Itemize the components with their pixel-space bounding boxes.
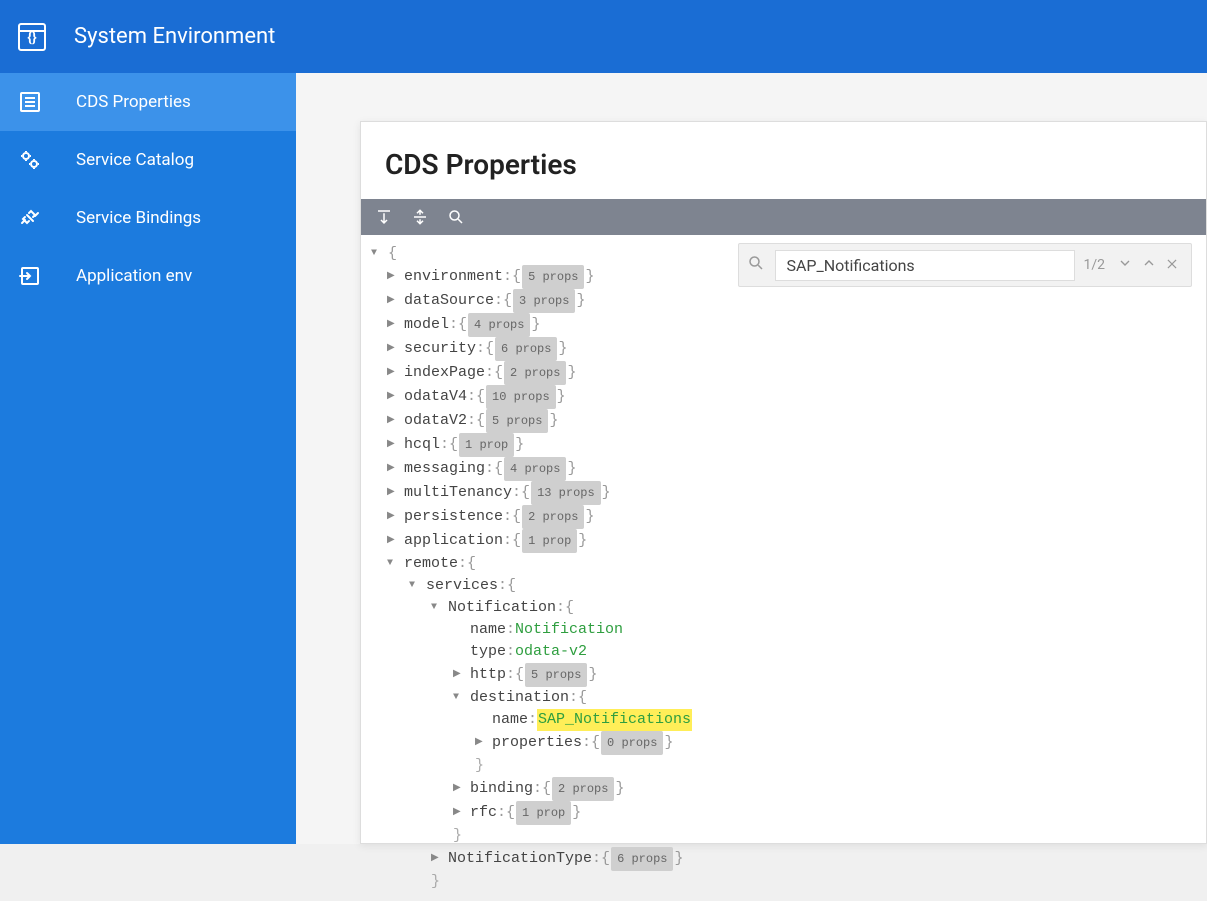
sidebar-item-service-bindings[interactable]: Service Bindings: [0, 189, 296, 247]
toggle-icon[interactable]: ▶: [387, 338, 401, 360]
toggle-icon[interactable]: ▶: [453, 664, 467, 686]
search-input[interactable]: [775, 250, 1075, 281]
panel-toolbar: [361, 199, 1206, 235]
sidebar-item-service-catalog[interactable]: Service Catalog: [0, 131, 296, 189]
expand-all-button[interactable]: [373, 206, 395, 228]
collapse-all-button[interactable]: [409, 206, 431, 228]
toggle-icon[interactable]: ▶: [387, 410, 401, 432]
search-icon: [747, 254, 765, 276]
toggle-icon[interactable]: ▼: [453, 687, 467, 709]
props-badge: 5 props: [486, 409, 548, 433]
gears-icon: [18, 148, 42, 172]
list-icon: [18, 90, 42, 114]
props-badge: 13 props: [531, 481, 601, 505]
props-badge: 4 props: [468, 313, 530, 337]
json-tree: ▼{ ▶environment : { 5 props } ▶dataSourc…: [361, 235, 1206, 901]
sidebar-item-label: Service Catalog: [76, 150, 194, 170]
panel-title: CDS Properties: [361, 122, 1206, 199]
props-badge: 6 props: [611, 847, 673, 871]
search-result-count: 1/2: [1083, 257, 1105, 273]
search-overlay: 1/2: [738, 243, 1192, 287]
app-title: System Environment: [74, 24, 275, 49]
props-badge: 2 props: [552, 777, 614, 801]
props-badge: 4 props: [504, 457, 566, 481]
toggle-icon[interactable]: ▶: [387, 290, 401, 312]
sidebar-item-application-env[interactable]: Application env: [0, 247, 296, 305]
props-badge: 5 props: [522, 265, 584, 289]
toggle-icon[interactable]: ▶: [387, 314, 401, 336]
search-close-button[interactable]: [1161, 256, 1183, 275]
app-logo-icon: {}: [18, 23, 46, 51]
props-badge: 0 props: [601, 731, 663, 755]
string-value: odata-v2: [515, 641, 587, 663]
main-content: CDS Properties 1/2 ▼{ ▶environment :: [296, 73, 1207, 844]
toggle-icon[interactable]: ▶: [387, 386, 401, 408]
props-badge: 2 props: [522, 505, 584, 529]
toggle-icon[interactable]: ▶: [387, 458, 401, 480]
app-header: {} System Environment: [0, 0, 1207, 73]
toggle-icon[interactable]: ▼: [431, 597, 445, 619]
sidebar-item-cds-properties[interactable]: CDS Properties: [0, 73, 296, 131]
toggle-icon[interactable]: ▶: [475, 732, 489, 754]
sidebar-item-label: CDS Properties: [76, 92, 191, 112]
toggle-icon[interactable]: ▶: [387, 434, 401, 456]
toggle-icon[interactable]: ▶: [453, 778, 467, 800]
toggle-icon[interactable]: ▶: [387, 362, 401, 384]
toggle-icon[interactable]: ▼: [409, 575, 423, 597]
search-next-button[interactable]: [1113, 255, 1137, 275]
sidebar-item-label: Service Bindings: [76, 208, 201, 228]
properties-panel: CDS Properties 1/2 ▼{ ▶environment :: [360, 121, 1207, 844]
toggle-icon[interactable]: ▶: [431, 848, 445, 870]
sidebar: CDS Properties Service Catalog Service B…: [0, 73, 296, 844]
props-badge: 6 props: [495, 337, 557, 361]
props-badge: 1 prop: [459, 433, 514, 457]
sidebar-item-label: Application env: [76, 266, 192, 286]
search-match-value: SAP_Notifications: [537, 709, 692, 731]
props-badge: 5 props: [525, 663, 587, 687]
toggle-icon[interactable]: ▶: [387, 482, 401, 504]
props-badge: 1 prop: [522, 529, 577, 553]
props-badge: 10 props: [486, 385, 556, 409]
toggle-icon[interactable]: ▶: [387, 506, 401, 528]
plug-icon: [18, 206, 42, 230]
props-badge: 2 props: [504, 361, 566, 385]
search-prev-button[interactable]: [1137, 255, 1161, 275]
string-value: Notification: [515, 619, 623, 641]
toggle-icon[interactable]: ▶: [387, 266, 401, 288]
toggle-icon[interactable]: ▼: [371, 243, 385, 265]
import-icon: [18, 264, 42, 288]
toggle-icon[interactable]: ▶: [453, 802, 467, 824]
props-badge: 3 props: [513, 289, 575, 313]
toggle-icon[interactable]: ▼: [387, 553, 401, 575]
props-badge: 1 prop: [516, 801, 571, 825]
toggle-icon[interactable]: ▶: [387, 530, 401, 552]
search-button[interactable]: [445, 206, 467, 228]
